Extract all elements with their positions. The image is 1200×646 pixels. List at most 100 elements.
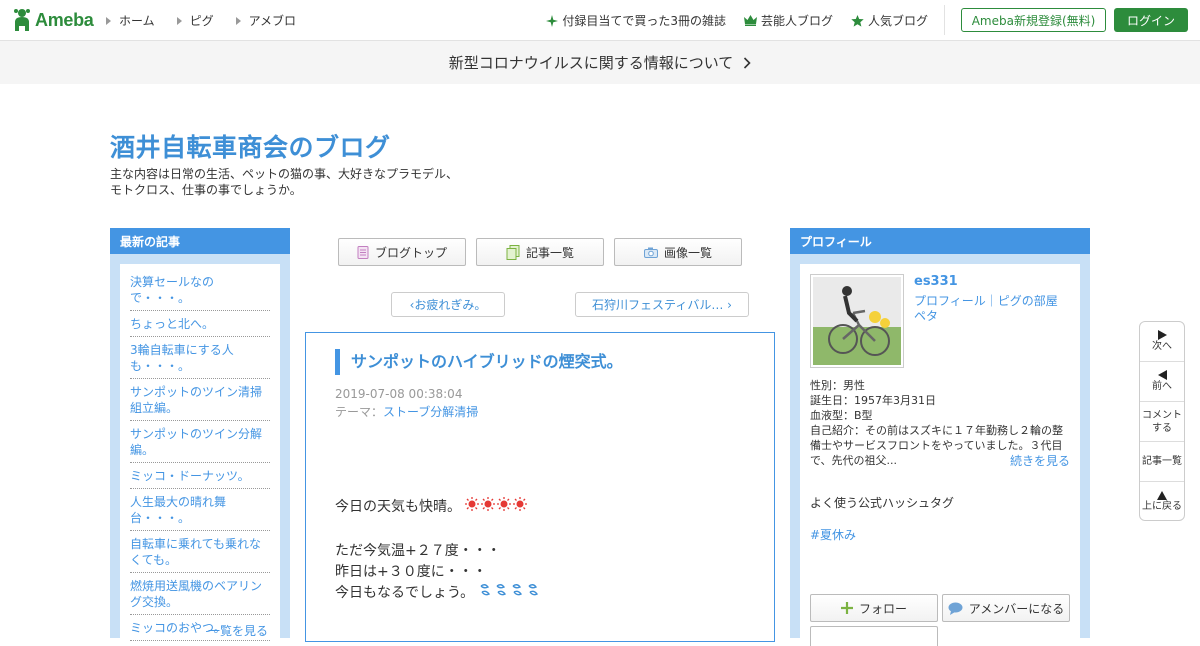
next-article-link[interactable]: 石狩川フェスティバル… › xyxy=(575,292,749,317)
covid-notice-banner[interactable]: 新型コロナウイルスに関する情報について xyxy=(0,41,1200,84)
crown-icon xyxy=(743,15,757,26)
latest-article-item[interactable]: サンポットのツイン清掃組立編。 xyxy=(130,382,270,421)
nav-pigg-label: ピグ xyxy=(189,14,214,28)
latest-articles-sidebar: 最新の記事 決算セールなので・・・。 ちょっと北へ。 3輪自転車にする人も・・・… xyxy=(110,228,290,644)
triangle-right-icon xyxy=(235,16,241,25)
article-body-line: ただ今気温+２７度・・・ xyxy=(335,543,501,559)
camera-icon xyxy=(643,247,658,258)
profile-extra-button[interactable] xyxy=(810,626,938,646)
comment-label: コメントする xyxy=(1142,409,1182,434)
latest-article-item[interactable]: 人生最大の晴れ舞台・・・。 xyxy=(130,492,270,531)
profile-gender: 性別：男性 xyxy=(810,379,865,392)
blog-top-button[interactable]: ブログトップ xyxy=(338,238,466,266)
article-list-float-label: 記事一覧 xyxy=(1142,456,1182,467)
prev-button[interactable]: 前へ xyxy=(1140,362,1184,402)
comment-button[interactable]: コメントする xyxy=(1140,402,1184,442)
chevron-right-icon xyxy=(744,56,751,69)
latest-article-item[interactable]: 燃焼用送風機のベアリング交換。 xyxy=(130,576,270,615)
nav-home[interactable]: ホーム xyxy=(106,12,155,29)
latest-article-item[interactable]: 自転車に乗れても乗れなくても。 xyxy=(130,534,270,573)
triangle-right-icon xyxy=(106,16,111,25)
plus-icon xyxy=(840,602,853,614)
profile-avatar[interactable] xyxy=(810,274,904,368)
follow-label: フォロー xyxy=(858,601,907,616)
blog-title[interactable]: 酒井自転車商会のブログ xyxy=(110,128,391,164)
blog-description-line: 主な内容は日常の生活、ペットの猫の事、大好きなプラモデル、 xyxy=(110,167,459,181)
image-list-label: 画像一覧 xyxy=(663,245,712,260)
profile-birthday: 誕生日：1957年3月31日 xyxy=(810,394,936,407)
sun-emoji-icons xyxy=(465,497,529,515)
latest-articles-list: 決算セールなので・・・。 ちょっと北へ。 3輪自転車にする人も・・・。 サンポッ… xyxy=(120,264,280,644)
article-theme-link[interactable]: ストーブ分解清掃 xyxy=(383,405,478,419)
floating-nav: 次へ 前へ コメントする 記事一覧 上に戻る xyxy=(1139,321,1185,521)
follow-button[interactable]: フォロー xyxy=(810,594,938,622)
profile-links[interactable]: プロフィール｜ピグの部屋 ペタ xyxy=(914,294,1064,324)
ameba-logo[interactable]: Ameba xyxy=(12,8,94,32)
triangle-up-icon xyxy=(1157,491,1167,500)
link-celebrity-blog-label: 芸能人ブログ xyxy=(760,14,833,28)
featured-links: 付録目当てで買った3冊の雑誌 芸能人ブログ 人気ブログ xyxy=(546,12,928,29)
article-text: 今日の天気も快晴。 xyxy=(335,499,461,515)
back-to-top-button[interactable]: 上に戻る xyxy=(1140,482,1184,520)
play-left-icon xyxy=(1157,370,1167,380)
header-divider xyxy=(944,5,945,35)
profile-sidebar: プロフィール es331 プロフィール｜ピグの部屋 ペタ 性別：男性 誕生日：1 xyxy=(790,228,1090,646)
article-theme: テーマ：ストーブ分解清掃 xyxy=(335,403,478,420)
latest-article-item[interactable]: ちょっと北へ。 xyxy=(130,314,270,337)
profile-blood-type: 血液型：B型 xyxy=(810,409,873,422)
profile-name[interactable]: es331 xyxy=(914,274,958,289)
latest-article-item[interactable]: 3輪自転車にする人も・・・。 xyxy=(130,340,270,379)
article-date: 2019-07-08 00:38:04 xyxy=(335,387,463,401)
nav-home-label: ホーム xyxy=(119,14,155,28)
profile-panel: es331 プロフィール｜ピグの部屋 ペタ 性別：男性 誕生日：1957年3月3… xyxy=(800,264,1080,646)
next-button[interactable]: 次へ xyxy=(1140,322,1184,362)
star-icon xyxy=(851,14,864,27)
article: サンポットのハイブリッドの煙突式。 2019-07-08 00:38:04 テー… xyxy=(305,332,775,642)
article-body-line: 昨日は+３０度に・・・ xyxy=(335,564,487,580)
hashtag-link[interactable]: #夏休み xyxy=(810,526,856,543)
article-title[interactable]: サンポットのハイブリッドの煙突式。 xyxy=(335,349,623,375)
image-list-button[interactable]: 画像一覧 xyxy=(614,238,742,266)
blog-description: 主な内容は日常の生活、ペットの猫の事、大好きなプラモデル、 モトクロス、仕事の事… xyxy=(110,166,490,198)
back-to-top-label: 上に戻る xyxy=(1142,501,1182,512)
view-all-articles-link[interactable]: 一覧を見る xyxy=(208,622,268,639)
nav-pigg[interactable]: ピグ xyxy=(176,12,214,29)
amember-label: アメンバーになる xyxy=(968,601,1065,616)
profile-photo xyxy=(813,277,901,365)
register-button[interactable]: Ameba新規登録(無料) xyxy=(961,8,1106,32)
article-list-label: 記事一覧 xyxy=(525,245,574,260)
latest-article-item[interactable]: 決算セールなので・・・。 xyxy=(130,272,270,311)
link-popular-blog[interactable]: 人気ブログ xyxy=(851,12,928,29)
link-celebrity-blog[interactable]: 芸能人ブログ xyxy=(743,12,833,29)
latest-articles-heading: 最新の記事 xyxy=(110,228,290,254)
nav-ameblo-label: アメブロ xyxy=(248,14,297,28)
document-icon xyxy=(357,245,369,259)
ameba-logo-icon xyxy=(12,8,32,32)
next-label: 次へ xyxy=(1152,341,1172,352)
sweat-emoji-icons xyxy=(478,583,540,601)
link-magazine-label: 付録目当てで買った3冊の雑誌 xyxy=(562,14,726,28)
article-list-button[interactable]: 記事一覧 xyxy=(476,238,604,266)
article-theme-prefix: テーマ： xyxy=(335,405,384,419)
nav-ameblo[interactable]: アメブロ xyxy=(235,12,297,29)
latest-article-item[interactable]: ミッコ・ドーナッツ。 xyxy=(130,466,270,489)
top-header: Ameba ホーム ピグ アメブロ 付録目当てで買った3冊の雑誌 芸能人ブログ … xyxy=(0,0,1200,41)
amember-button[interactable]: アメンバーになる xyxy=(942,594,1070,622)
blog-top-label: ブログトップ xyxy=(374,245,447,260)
profile-heading: プロフィール xyxy=(790,228,1090,254)
login-button[interactable]: ログイン xyxy=(1114,8,1188,32)
speech-bubble-icon xyxy=(948,602,963,615)
prev-label: 前へ xyxy=(1152,381,1172,392)
latest-article-item[interactable]: サンポットのツイン分解編。 xyxy=(130,424,270,463)
hashtag-heading: よく使う公式ハッシュタグ xyxy=(810,496,955,510)
article-body-line: 今日もなるでしょう。 xyxy=(335,582,540,602)
link-magazine[interactable]: 付録目当てで買った3冊の雑誌 xyxy=(546,12,726,29)
play-right-icon xyxy=(1157,330,1167,340)
triangle-right-icon xyxy=(176,16,182,25)
global-nav: ホーム ピグ アメブロ xyxy=(106,12,296,29)
article-body-line: 今日の天気も快晴。 xyxy=(335,496,529,516)
prev-article-link[interactable]: ‹お疲れぎみ。 xyxy=(391,292,505,317)
article-list-float-button[interactable]: 記事一覧 xyxy=(1140,442,1184,482)
read-more-link[interactable]: 続きを見る xyxy=(1010,452,1070,469)
ameba-logo-text: Ameba xyxy=(35,9,94,30)
